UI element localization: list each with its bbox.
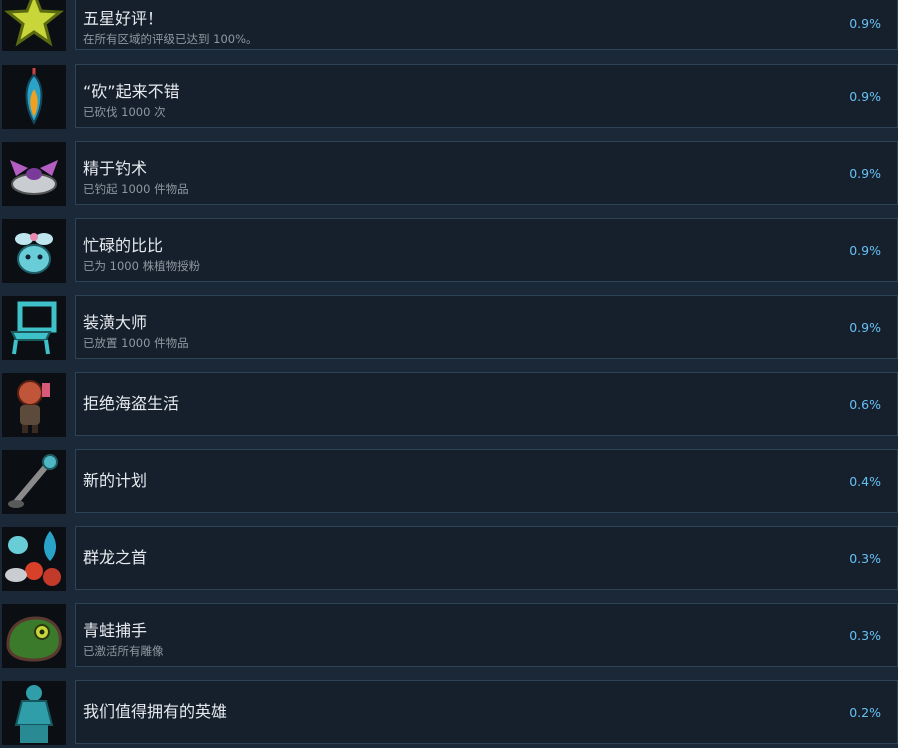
achievement-card: 忙碌的比比 已为 1000 株植物授粉 0.9% xyxy=(75,218,898,282)
pirate-character-icon xyxy=(2,373,66,437)
achievement-description: 已为 1000 株植物授粉 xyxy=(83,259,201,273)
achievement-card: 青蛙捕手 已激活所有雕像 0.3% xyxy=(75,603,898,667)
star-icon xyxy=(2,0,66,51)
unlock-percentage: 0.4% xyxy=(849,474,881,489)
achievement-row[interactable]: 青蛙捕手 已激活所有雕像 0.3% xyxy=(0,603,898,671)
achievement-title: 忙碌的比比 xyxy=(83,236,164,255)
achievement-title: 新的计划 xyxy=(83,471,148,490)
chair-icon xyxy=(2,296,66,360)
achievement-description: 已砍伐 1000 次 xyxy=(83,105,166,119)
achievement-title: 我们值得拥有的英雄 xyxy=(83,702,228,721)
achievement-row[interactable]: 五星好评！ 在所有区域的评级已达到 100%。 0.9% xyxy=(0,0,898,54)
unlock-percentage: 0.9% xyxy=(849,243,881,258)
axe-feather-icon xyxy=(2,65,66,129)
achievement-title: 群龙之首 xyxy=(83,548,148,567)
achievement-title: 拒绝海盗生活 xyxy=(83,394,180,413)
achievement-title: 五星好评！ xyxy=(83,9,164,28)
unlock-percentage: 0.2% xyxy=(849,705,881,720)
achievement-row[interactable]: 新的计划 0.4% xyxy=(0,449,898,517)
bee-creature-icon xyxy=(2,219,66,283)
achievement-card: 五星好评！ 在所有区域的评级已达到 100%。 0.9% xyxy=(75,0,898,50)
unlock-percentage: 0.9% xyxy=(849,89,881,104)
unlock-percentage: 0.9% xyxy=(849,320,881,335)
achievement-card: 群龙之首 0.3% xyxy=(75,526,898,590)
achievement-row[interactable]: 精于钓术 已钓起 1000 件物品 0.9% xyxy=(0,141,898,209)
fishing-bat-icon xyxy=(2,142,66,206)
dragon-group-icon xyxy=(2,527,66,591)
achievement-row[interactable]: 拒绝海盗生活 0.6% xyxy=(0,372,898,440)
achievement-row[interactable]: 忙碌的比比 已为 1000 株植物授粉 0.9% xyxy=(0,218,898,286)
achievement-title: “砍”起来不错 xyxy=(83,82,180,101)
hero-statue-icon xyxy=(2,681,66,745)
achievement-card: 精于钓术 已钓起 1000 件物品 0.9% xyxy=(75,141,898,205)
achievement-card: 装潢大师 已放置 1000 件物品 0.9% xyxy=(75,295,898,359)
achievement-card: “砍”起来不错 已砍伐 1000 次 0.9% xyxy=(75,64,898,128)
achievement-description: 已钓起 1000 件物品 xyxy=(83,182,189,196)
unlock-percentage: 0.9% xyxy=(849,16,881,31)
achievement-row[interactable]: 装潢大师 已放置 1000 件物品 0.9% xyxy=(0,295,898,363)
plunger-tool-icon xyxy=(2,450,66,514)
achievement-list: 五星好评！ 在所有区域的评级已达到 100%。 0.9% “砍”起来不错 已砍伐… xyxy=(0,0,898,745)
unlock-percentage: 0.3% xyxy=(849,628,881,643)
achievement-row[interactable]: 我们值得拥有的英雄 0.2% xyxy=(0,680,898,748)
achievement-row[interactable]: “砍”起来不错 已砍伐 1000 次 0.9% xyxy=(0,64,898,132)
achievement-card: 我们值得拥有的英雄 0.2% xyxy=(75,680,898,744)
achievement-description: 已激活所有雕像 xyxy=(83,644,164,658)
achievement-description: 在所有区域的评级已达到 100%。 xyxy=(83,32,258,46)
achievement-title: 青蛙捕手 xyxy=(83,621,148,640)
achievement-title: 精于钓术 xyxy=(83,159,148,178)
achievement-card: 新的计划 0.4% xyxy=(75,449,898,513)
unlock-percentage: 0.9% xyxy=(849,166,881,181)
unlock-percentage: 0.3% xyxy=(849,551,881,566)
achievement-title: 装潢大师 xyxy=(83,313,148,332)
unlock-percentage: 0.6% xyxy=(849,397,881,412)
achievement-description: 已放置 1000 件物品 xyxy=(83,336,189,350)
achievement-card: 拒绝海盗生活 0.6% xyxy=(75,372,898,436)
frog-icon xyxy=(2,604,66,668)
achievement-row[interactable]: 群龙之首 0.3% xyxy=(0,526,898,594)
